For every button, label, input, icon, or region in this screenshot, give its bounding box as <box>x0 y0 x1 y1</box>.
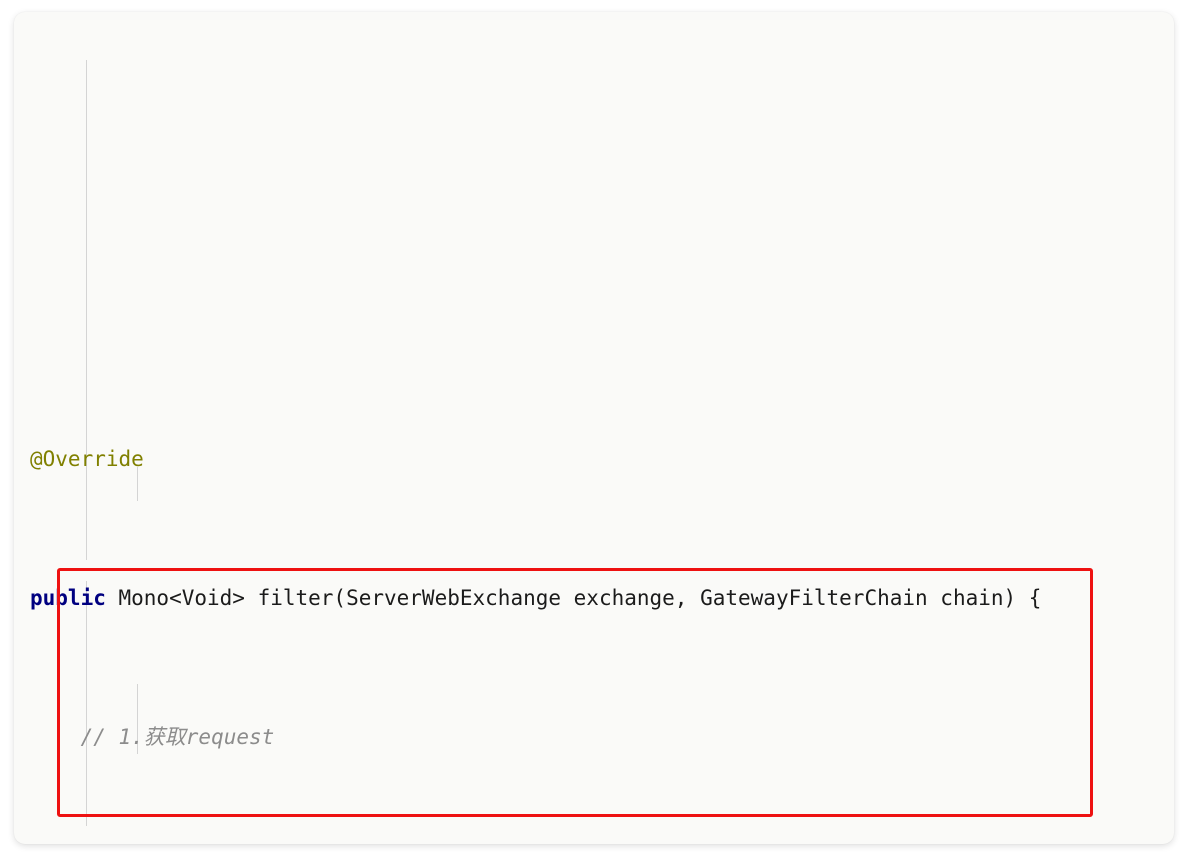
comment-1-get-request: // 1.获取request <box>80 725 275 750</box>
code-line-1: @Override <box>14 442 1041 477</box>
code-line-3: // 1.获取request <box>14 720 1041 755</box>
code-line-2: public Mono<Void> filter(ServerWebExchan… <box>14 581 1041 616</box>
indent-guide-method-body-lower <box>86 581 87 826</box>
code-editor-card: @Override public Mono<Void> filter(Serve… <box>14 12 1174 844</box>
indent-guide-method-body <box>86 60 87 560</box>
code-content[interactable]: @Override public Mono<Void> filter(Serve… <box>14 12 1041 844</box>
annotation-override: @Override <box>30 447 144 472</box>
keyword-public: public <box>30 586 106 611</box>
method-signature: Mono<Void> filter(ServerWebExchange exch… <box>105 586 1042 611</box>
code-screenshot: @Override public Mono<Void> filter(Serve… <box>0 0 1188 859</box>
